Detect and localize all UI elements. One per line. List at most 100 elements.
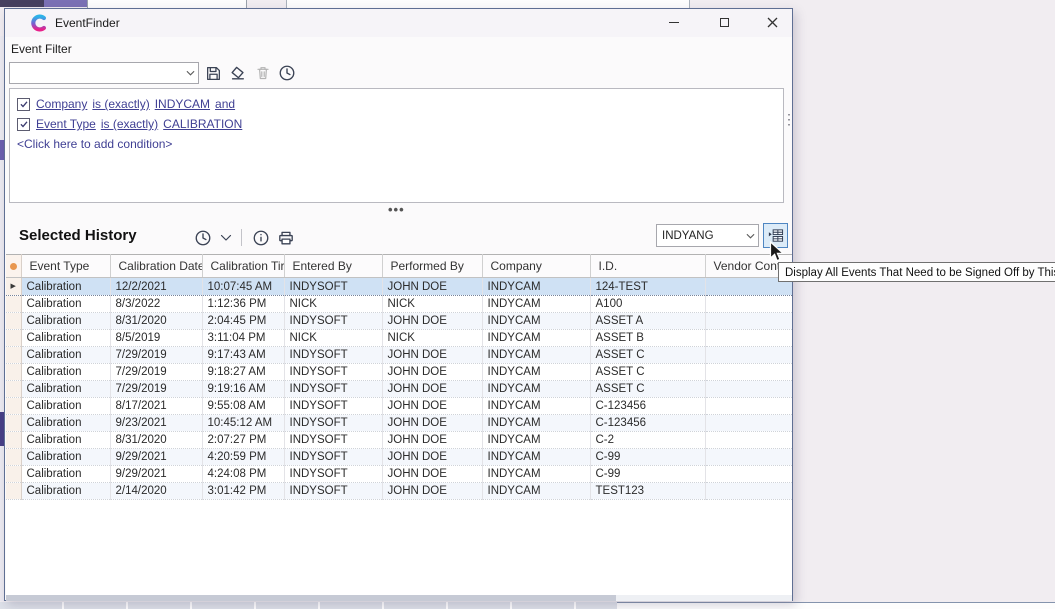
table-cell[interactable]: 124-TEST [590, 278, 705, 296]
table-cell[interactable] [705, 398, 792, 415]
column-header[interactable]: Calibration Tir [202, 255, 284, 278]
table-row[interactable]: Calibration9/29/20214:20:59 PMINDYSOFTJO… [6, 449, 792, 466]
column-header[interactable]: Event Type [21, 255, 110, 278]
table-cell[interactable]: JOHN DOE [382, 364, 482, 381]
table-cell[interactable]: INDYCAM [482, 381, 590, 398]
table-cell[interactable] [705, 449, 792, 466]
table-cell[interactable]: ASSET C [590, 381, 705, 398]
table-cell[interactable]: INDYSOFT [284, 466, 382, 483]
row-indicator-cell[interactable] [6, 466, 21, 483]
table-cell[interactable]: INDYSOFT [284, 381, 382, 398]
table-cell[interactable]: C-2 [590, 432, 705, 449]
table-cell[interactable]: INDYCAM [482, 449, 590, 466]
condition-operator-link[interactable]: is (exactly) [101, 117, 158, 131]
table-cell[interactable]: ASSET A [590, 313, 705, 330]
condition-conjunction-link[interactable]: and [215, 97, 235, 111]
panel-splitter-handle[interactable]: ••• [388, 202, 405, 217]
table-cell[interactable]: INDYSOFT [284, 449, 382, 466]
column-header[interactable]: Performed By [382, 255, 482, 278]
table-cell[interactable]: JOHN DOE [382, 347, 482, 364]
table-cell[interactable]: JOHN DOE [382, 415, 482, 432]
table-cell[interactable]: INDYCAM [482, 466, 590, 483]
table-row[interactable]: Calibration9/23/202110:45:12 AMINDYSOFTJ… [6, 415, 792, 432]
save-icon[interactable] [204, 64, 222, 82]
table-cell[interactable]: 2:04:45 PM [202, 313, 284, 330]
chevron-down-icon[interactable] [742, 233, 758, 239]
table-cell[interactable]: Calibration [21, 296, 110, 313]
table-cell[interactable]: 9:55:08 AM [202, 398, 284, 415]
row-indicator-cell[interactable] [6, 398, 21, 415]
table-cell[interactable]: 8/3/2022 [110, 296, 202, 313]
table-cell[interactable]: Calibration [21, 347, 110, 364]
table-cell[interactable]: 8/31/2020 [110, 432, 202, 449]
history-clock-icon[interactable] [278, 64, 296, 82]
row-indicator-cell[interactable] [6, 449, 21, 466]
header-selector-cell[interactable] [6, 255, 21, 278]
table-cell[interactable]: JOHN DOE [382, 381, 482, 398]
row-indicator-cell[interactable] [6, 296, 21, 313]
table-cell[interactable]: Calibration [21, 313, 110, 330]
table-cell[interactable]: INDYCAM [482, 278, 590, 296]
table-cell[interactable]: 12/2/2021 [110, 278, 202, 296]
eraser-icon[interactable] [229, 64, 247, 82]
table-cell[interactable]: Calibration [21, 466, 110, 483]
add-condition-link[interactable]: <Click here to add condition> [17, 137, 172, 151]
table-row[interactable]: Calibration8/5/20193:11:04 PMNICKNICKIND… [6, 330, 792, 347]
table-cell[interactable]: Calibration [21, 278, 110, 296]
condition-operator-link[interactable]: is (exactly) [92, 97, 149, 111]
table-row[interactable]: Calibration8/17/20219:55:08 AMINDYSOFTJO… [6, 398, 792, 415]
condition-checkbox[interactable] [17, 98, 30, 111]
table-row[interactable]: Calibration2/14/20203:01:42 PMINDYSOFTJO… [6, 483, 792, 500]
table-row[interactable]: Calibration8/31/20202:07:27 PMINDYSOFTJO… [6, 432, 792, 449]
table-cell[interactable] [705, 432, 792, 449]
table-cell[interactable]: TEST123 [590, 483, 705, 500]
table-cell[interactable]: C-99 [590, 449, 705, 466]
table-cell[interactable]: Calibration [21, 449, 110, 466]
table-cell[interactable]: INDYSOFT [284, 415, 382, 432]
table-cell[interactable]: JOHN DOE [382, 398, 482, 415]
filter-resize-handle[interactable]: ⋮ [782, 115, 796, 124]
table-cell[interactable]: INDYSOFT [284, 347, 382, 364]
condition-value-link[interactable]: CALIBRATION [163, 117, 242, 131]
table-cell[interactable]: INDYCAM [482, 330, 590, 347]
row-indicator-cell[interactable] [6, 415, 21, 432]
minimize-button[interactable] [657, 9, 691, 36]
table-cell[interactable] [705, 381, 792, 398]
table-cell[interactable]: 9/29/2021 [110, 466, 202, 483]
row-indicator-cell[interactable] [6, 483, 21, 500]
table-cell[interactable]: Calibration [21, 432, 110, 449]
table-cell[interactable]: INDYCAM [482, 398, 590, 415]
table-cell[interactable]: INDYSOFT [284, 398, 382, 415]
table-cell[interactable]: INDYSOFT [284, 432, 382, 449]
table-cell[interactable]: 8/17/2021 [110, 398, 202, 415]
table-cell[interactable]: 9/23/2021 [110, 415, 202, 432]
column-header[interactable]: I.D. [590, 255, 705, 278]
table-cell[interactable]: 10:07:45 AM [202, 278, 284, 296]
table-cell[interactable] [705, 347, 792, 364]
condition-field-link[interactable]: Event Type [36, 117, 96, 131]
table-cell[interactable]: 7/29/2019 [110, 364, 202, 381]
table-cell[interactable]: 10:45:12 AM [202, 415, 284, 432]
chevron-down-icon[interactable] [216, 228, 236, 248]
table-cell[interactable]: INDYCAM [482, 415, 590, 432]
table-cell[interactable] [705, 296, 792, 313]
table-row[interactable]: Calibration8/3/20221:12:36 PMNICKNICKIND… [6, 296, 792, 313]
table-cell[interactable]: 3:01:42 PM [202, 483, 284, 500]
table-cell[interactable]: A100 [590, 296, 705, 313]
table-cell[interactable]: 9/29/2021 [110, 449, 202, 466]
table-cell[interactable]: 1:12:36 PM [202, 296, 284, 313]
table-cell[interactable]: INDYCAM [482, 364, 590, 381]
table-cell[interactable]: 8/31/2020 [110, 313, 202, 330]
table-cell[interactable]: C-123456 [590, 398, 705, 415]
table-cell[interactable]: 7/29/2019 [110, 347, 202, 364]
table-cell[interactable]: INDYSOFT [284, 278, 382, 296]
table-cell[interactable]: JOHN DOE [382, 278, 482, 296]
table-cell[interactable] [705, 313, 792, 330]
condition-field-link[interactable]: Company [36, 97, 87, 111]
table-cell[interactable] [705, 330, 792, 347]
table-cell[interactable]: JOHN DOE [382, 466, 482, 483]
condition-value-link[interactable]: INDYCAM [155, 97, 210, 111]
table-cell[interactable]: Calibration [21, 415, 110, 432]
table-cell[interactable]: C-123456 [590, 415, 705, 432]
table-cell[interactable]: JOHN DOE [382, 432, 482, 449]
